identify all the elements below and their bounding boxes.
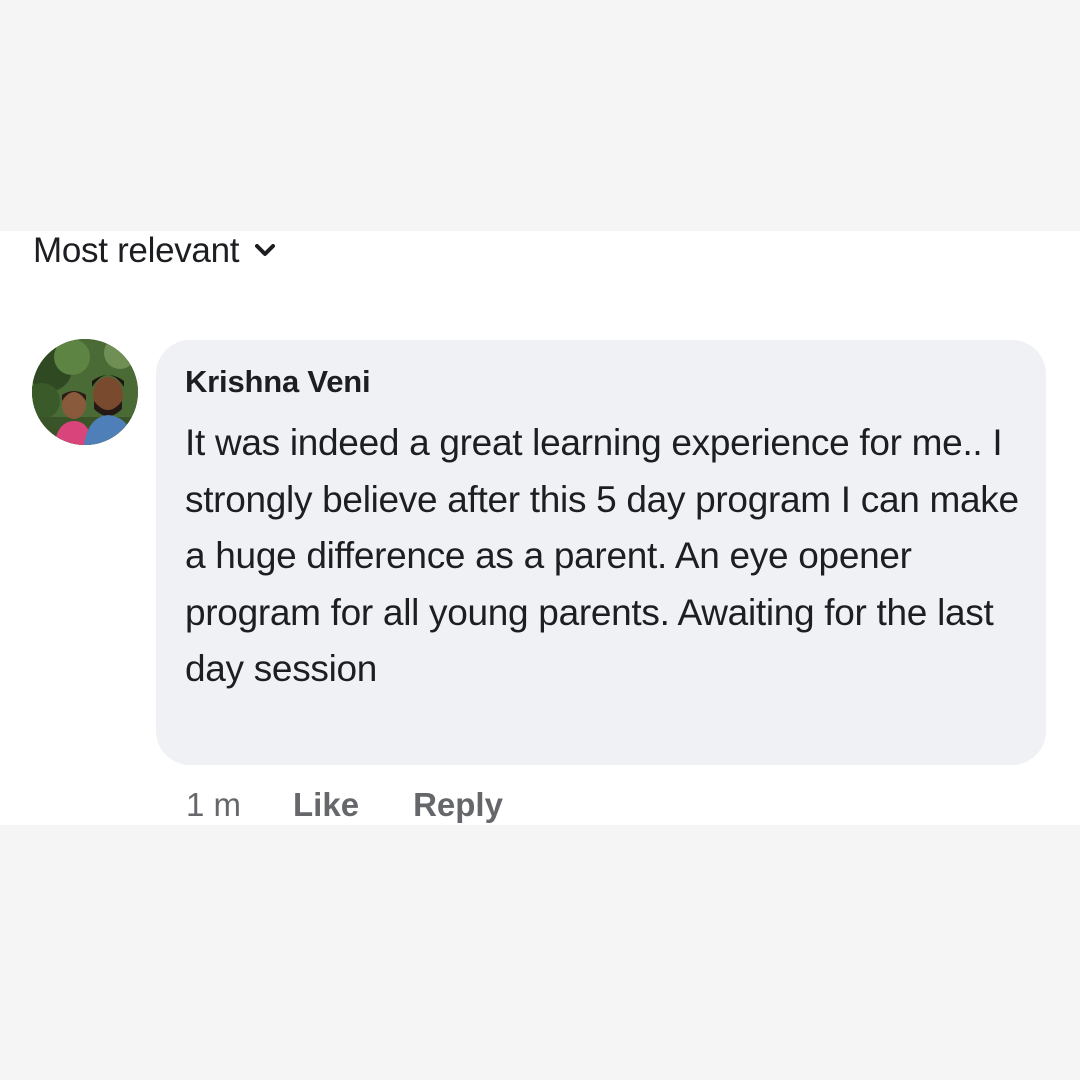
chevron-down-icon [255, 244, 276, 258]
like-button[interactable]: Like [293, 786, 359, 824]
comment-bubble: Krishna Veni It was indeed a great learn… [156, 340, 1046, 765]
reply-button[interactable]: Reply [413, 786, 503, 824]
sort-label: Most relevant [33, 231, 240, 270]
comment-author[interactable]: Krishna Veni [185, 362, 1018, 402]
avatar[interactable] [32, 339, 138, 445]
comment-actions: 1 m Like Reply [186, 783, 503, 827]
sort-dropdown[interactable]: Most relevant [33, 228, 276, 274]
comment-text: It was indeed a great learning experienc… [185, 422, 1019, 689]
comment-timestamp[interactable]: 1 m [186, 786, 241, 824]
